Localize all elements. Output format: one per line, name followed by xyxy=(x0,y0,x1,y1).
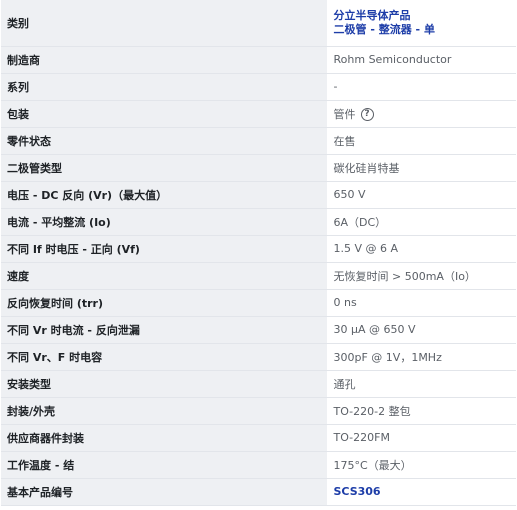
table-row-manufacturer: 制造商 Rohm Semiconductor xyxy=(1,46,516,74)
row-label: 二极管类型 xyxy=(1,154,328,182)
row-label: 基本产品编号 xyxy=(1,478,328,506)
category-link-rectifiers[interactable]: 二极管 - 整流器 - 单 xyxy=(334,23,511,37)
table-row-speed: 速度 无恢复时间 > 500mA（Io） xyxy=(1,262,516,290)
part-status-value: 在售 xyxy=(327,127,516,155)
base-part-number-cell: SCS306 xyxy=(327,478,516,506)
rectified-current-value: 6A（DC） xyxy=(327,208,516,236)
table-row-diode-type: 二极管类型 碳化硅肖特基 xyxy=(1,154,516,182)
table-row-operating-temperature: 工作温度 - 结 175°C（最大） xyxy=(1,451,516,479)
diode-type-value: 碳化硅肖特基 xyxy=(327,154,516,182)
category-value: 分立半导体产品 二极管 - 整流器 - 单 xyxy=(327,0,516,47)
manufacturer-value: Rohm Semiconductor xyxy=(327,46,516,74)
capacitance-value: 300pF @ 1V，1MHz xyxy=(327,343,516,371)
table-row-part-status: 零件状态 在售 xyxy=(1,127,516,155)
reverse-voltage-value: 650 V xyxy=(327,181,516,209)
reverse-recovery-time-value: 0 ns xyxy=(327,289,516,317)
table-row-series: 系列 - xyxy=(1,73,516,101)
table-row-supplier-package: 供应商器件封装 TO-220FM xyxy=(1,424,516,452)
forward-voltage-value: 1.5 V @ 6 A xyxy=(327,235,516,263)
table-row-rectified-current: 电流 - 平均整流 (Io) 6A（DC） xyxy=(1,208,516,236)
table-row-package-case: 封装/外壳 TO-220-2 整包 xyxy=(1,397,516,425)
operating-temperature-value: 175°C（最大） xyxy=(327,451,516,479)
reverse-leakage-value: 30 µA @ 650 V xyxy=(327,316,516,344)
table-row-base-part-number: 基本产品编号 SCS306 xyxy=(1,478,516,506)
table-row-category: 类别 分立半导体产品 二极管 - 整流器 - 单 xyxy=(1,0,516,47)
row-label: 零件状态 xyxy=(1,127,328,155)
base-part-number-link[interactable]: SCS306 xyxy=(334,485,381,498)
product-attributes-panel: 类别 分立半导体产品 二极管 - 整流器 - 单 制造商 Rohm Semico… xyxy=(0,0,517,510)
speed-value: 无恢复时间 > 500mA（Io） xyxy=(327,262,516,290)
supplier-package-value: TO-220FM xyxy=(327,424,516,452)
table-row-packaging: 包装 管件? xyxy=(1,100,516,128)
packaging-value: 管件 xyxy=(333,107,356,121)
row-label: 不同 Vr、F 时电容 xyxy=(1,343,328,371)
help-circle-icon[interactable]: ? xyxy=(360,108,374,121)
product-attributes-table: 类别 分立半导体产品 二极管 - 整流器 - 单 制造商 Rohm Semico… xyxy=(1,0,516,506)
table-row-reverse-voltage: 电压 - DC 反向 (Vr)（最大值） 650 V xyxy=(1,181,516,209)
series-value: - xyxy=(327,73,516,101)
table-row-forward-voltage: 不同 If 时电压 - 正向 (Vf) 1.5 V @ 6 A xyxy=(1,235,516,263)
mounting-type-value: 通孔 xyxy=(327,370,516,398)
table-row-reverse-leakage: 不同 Vr 时电流 - 反向泄漏 30 µA @ 650 V xyxy=(1,316,516,344)
row-label: 包装 xyxy=(1,100,328,128)
row-label: 不同 If 时电压 - 正向 (Vf) xyxy=(1,235,328,263)
table-row-mounting-type: 安装类型 通孔 xyxy=(1,370,516,398)
packaging-cell: 管件? xyxy=(327,100,516,128)
row-label: 电压 - DC 反向 (Vr)（最大值） xyxy=(1,181,328,209)
row-label: 不同 Vr 时电流 - 反向泄漏 xyxy=(1,316,328,344)
row-label: 工作温度 - 结 xyxy=(1,451,328,479)
row-label: 反向恢复时间 (trr) xyxy=(1,289,328,317)
table-row-reverse-recovery-time: 反向恢复时间 (trr) 0 ns xyxy=(1,289,516,317)
package-case-value: TO-220-2 整包 xyxy=(327,397,516,425)
table-row-capacitance: 不同 Vr、F 时电容 300pF @ 1V，1MHz xyxy=(1,343,516,371)
row-label: 安装类型 xyxy=(1,370,328,398)
row-label: 电流 - 平均整流 (Io) xyxy=(1,208,328,236)
row-label: 系列 xyxy=(1,73,328,101)
row-label: 速度 xyxy=(1,262,328,290)
row-label: 制造商 xyxy=(1,46,328,74)
category-link-discrete[interactable]: 分立半导体产品 xyxy=(334,9,511,23)
row-label: 供应商器件封装 xyxy=(1,424,328,452)
row-label: 封装/外壳 xyxy=(1,397,328,425)
row-label: 类别 xyxy=(1,0,328,47)
